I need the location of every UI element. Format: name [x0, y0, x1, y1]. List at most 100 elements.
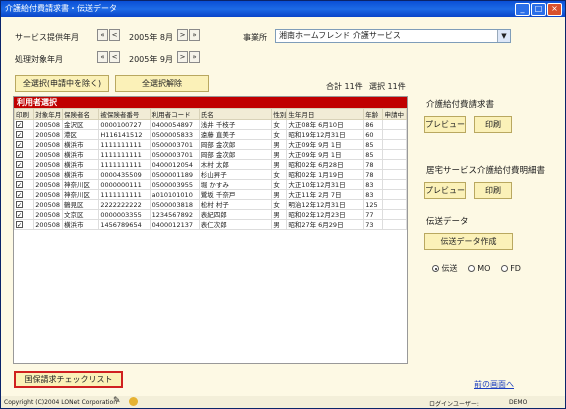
- col-age[interactable]: 年齢: [363, 108, 384, 120]
- last-icon[interactable]: »: [189, 29, 200, 41]
- col-print[interactable]: 印刷: [13, 108, 35, 120]
- print-checkbox[interactable]: ✓: [16, 130, 23, 139]
- cell-user-code: 0500003955: [149, 179, 200, 190]
- cell-age: 83: [363, 189, 384, 200]
- cell-age: 85: [363, 149, 384, 160]
- col-user-code[interactable]: 利用者コード: [149, 108, 200, 120]
- cell-insured-number: 0000435509: [98, 169, 151, 180]
- table-row[interactable]: ✓ 200508 金沢区 0000100727 0400054897 浅井 千枝子女大正0…: [13, 119, 407, 130]
- office-select[interactable]: 湘南ホームフレンド 介護サービス ▼: [275, 29, 511, 43]
- prev-icon[interactable]: <: [109, 51, 120, 63]
- cell-birthdate: 昭和02年12月23日: [286, 209, 365, 220]
- print-checkbox[interactable]: ✓: [16, 160, 23, 169]
- cell-target-month: 200508: [33, 219, 64, 230]
- table-row[interactable]: ✓ 200508 横浜市 0000435509 0500001189 杉山昇子女昭和02年…: [13, 169, 407, 180]
- print-checkbox[interactable]: ✓: [16, 220, 23, 229]
- cell-birthdate: 明治12年12月31日: [286, 199, 365, 210]
- preview-button[interactable]: プレビュー: [424, 182, 466, 199]
- print-checkbox[interactable]: ✓: [16, 150, 23, 159]
- col-birthdate[interactable]: 生年月日: [286, 108, 365, 120]
- preview-button[interactable]: プレビュー: [424, 116, 466, 133]
- dropdown-arrow-icon[interactable]: ▼: [497, 30, 510, 42]
- col-target-month[interactable]: 対象年月: [33, 108, 64, 120]
- table-row[interactable]: ✓ 200508 神奈川区 1111111111 a010101010 鷺坂 千奈戸男大正…: [13, 189, 407, 200]
- maximize-icon[interactable]: □: [531, 3, 546, 16]
- print-checkbox[interactable]: ✓: [16, 210, 23, 219]
- home-service-title: 居宅サービス介護給付費明細書: [426, 166, 546, 176]
- cell-birthdate: 大正09年 9月 1日: [286, 139, 365, 150]
- user-list-panel: 利用者選択 印刷 対象年月 保険者名 被保険者番号 利用者コード 氏名 性別 生…: [13, 96, 408, 364]
- table-body: ✓ 200508 金沢区 0000100727 0400054897 浅井 千枝子女大正0…: [13, 119, 407, 230]
- table-row[interactable]: ✓ 200508 横浜市 1111111111 0400012054 木村 太郎男昭和02…: [13, 159, 407, 170]
- cell-age: 78: [363, 159, 384, 170]
- title-bar: 介護給付費請求書・伝送データ _ □ ×: [1, 1, 565, 17]
- radio-transfer[interactable]: [432, 265, 439, 272]
- col-name[interactable]: 氏名: [198, 108, 273, 120]
- print-checkbox[interactable]: ✓: [16, 140, 23, 149]
- cell-user-code: a010101010: [149, 189, 200, 200]
- copyright-text: Copyright (C)2004 LONet Corporation: [4, 399, 118, 406]
- first-icon[interactable]: «: [97, 29, 108, 41]
- cell-age: 60: [363, 129, 384, 140]
- radio-mo[interactable]: [467, 265, 475, 272]
- minimize-icon[interactable]: _: [515, 3, 530, 16]
- cell-insurer: 横浜市: [62, 169, 100, 180]
- user-list-title: 利用者選択: [14, 97, 407, 108]
- print-button[interactable]: 印刷: [474, 182, 512, 199]
- cell-birthdate: 昭和19年12月31日: [286, 129, 365, 140]
- cell-insurer: 鶴見区: [62, 199, 100, 210]
- print-checkbox[interactable]: ✓: [16, 200, 23, 209]
- print-checkbox-cell: ✓: [13, 119, 35, 130]
- cell-name: 杉山昇子: [198, 169, 273, 180]
- close-icon[interactable]: ×: [547, 3, 562, 16]
- table-row[interactable]: ✓ 200508 文京区 0000003355 1234567892 表紀四郎男昭和02年…: [13, 209, 407, 220]
- cell-pending: [382, 179, 407, 190]
- cell-birthdate: 昭和02年 6月28日: [286, 159, 365, 170]
- print-checkbox[interactable]: ✓: [16, 120, 23, 129]
- print-button[interactable]: 印刷: [474, 116, 512, 133]
- col-insurer[interactable]: 保険者名: [62, 108, 100, 120]
- radio-fd-label: FD: [510, 264, 521, 273]
- cell-age: 83: [363, 179, 384, 190]
- cell-insurer: 神奈川区: [62, 179, 100, 190]
- col-gender[interactable]: 性別: [271, 108, 288, 120]
- cell-pending: [382, 129, 407, 140]
- table-row[interactable]: ✓ 200508 港区 H116141512 0500005833 遠藤 直美子女昭和19…: [13, 129, 407, 140]
- first-icon[interactable]: «: [97, 51, 108, 63]
- col-insured-number[interactable]: 被保険者番号: [98, 108, 151, 120]
- create-transfer-button[interactable]: 伝送データ作成: [424, 233, 513, 250]
- print-checkbox[interactable]: ✓: [16, 170, 23, 179]
- table-row[interactable]: ✓ 200508 横浜市 1456789654 0400012137 表仁次郎男昭和27年…: [13, 219, 407, 230]
- col-pending[interactable]: 申請中: [382, 108, 407, 120]
- cell-gender: 男: [271, 189, 288, 200]
- prev-icon[interactable]: <: [109, 29, 120, 41]
- radio-fd[interactable]: [500, 265, 508, 272]
- deselect-all-button[interactable]: 全選択解除: [115, 75, 209, 92]
- table-row[interactable]: ✓ 200508 横浜市 1111111111 0500003701 岡部 金次郎男大正0…: [13, 149, 407, 160]
- checklist-button[interactable]: 国保請求チェックリスト: [14, 371, 123, 388]
- last-icon[interactable]: »: [189, 51, 200, 63]
- table-row[interactable]: ✓ 200508 神奈川区 0000000111 0500003955 堀 かすみ女大正1…: [13, 179, 407, 190]
- table-header-row: 印刷 対象年月 保険者名 被保険者番号 利用者コード 氏名 性別 生年月日 年齢…: [13, 108, 407, 120]
- table-row[interactable]: ✓ 200508 横浜市 1111111111 0500003701 岡部 金次郎男大正0…: [13, 139, 407, 150]
- next-icon[interactable]: >: [177, 51, 188, 63]
- cell-user-code: 0500003701: [149, 149, 200, 160]
- cell-birthdate: 大正08年 6月10日: [286, 119, 365, 130]
- print-checkbox-cell: ✓: [13, 159, 35, 170]
- cell-birthdate: 大正10年12月31日: [286, 179, 365, 190]
- window-title: 介護給付費請求書・伝送データ: [5, 4, 117, 13]
- cell-name: 表紀四郎: [198, 209, 273, 220]
- status-bar: Copyright (C)2004 LONet Corporation ✎ ログ…: [1, 396, 565, 408]
- table-row[interactable]: ✓ 200508 鶴見区 2222222222 0500003818 松村 村子女明治12…: [13, 199, 407, 210]
- print-checkbox[interactable]: ✓: [16, 180, 23, 189]
- cell-insurer: 港区: [62, 129, 100, 140]
- print-checkbox[interactable]: ✓: [16, 190, 23, 199]
- next-icon[interactable]: >: [177, 29, 188, 41]
- cell-birthdate: 昭和02年 1月19日: [286, 169, 365, 180]
- cell-gender: 女: [271, 169, 288, 180]
- cell-name: 浅井 千枝子: [198, 119, 273, 130]
- back-link[interactable]: 前の画面へ: [474, 379, 514, 390]
- select-all-button[interactable]: 全選択(申請中を除く): [15, 75, 109, 92]
- cell-pending: [382, 199, 407, 210]
- print-checkbox-cell: ✓: [13, 189, 35, 200]
